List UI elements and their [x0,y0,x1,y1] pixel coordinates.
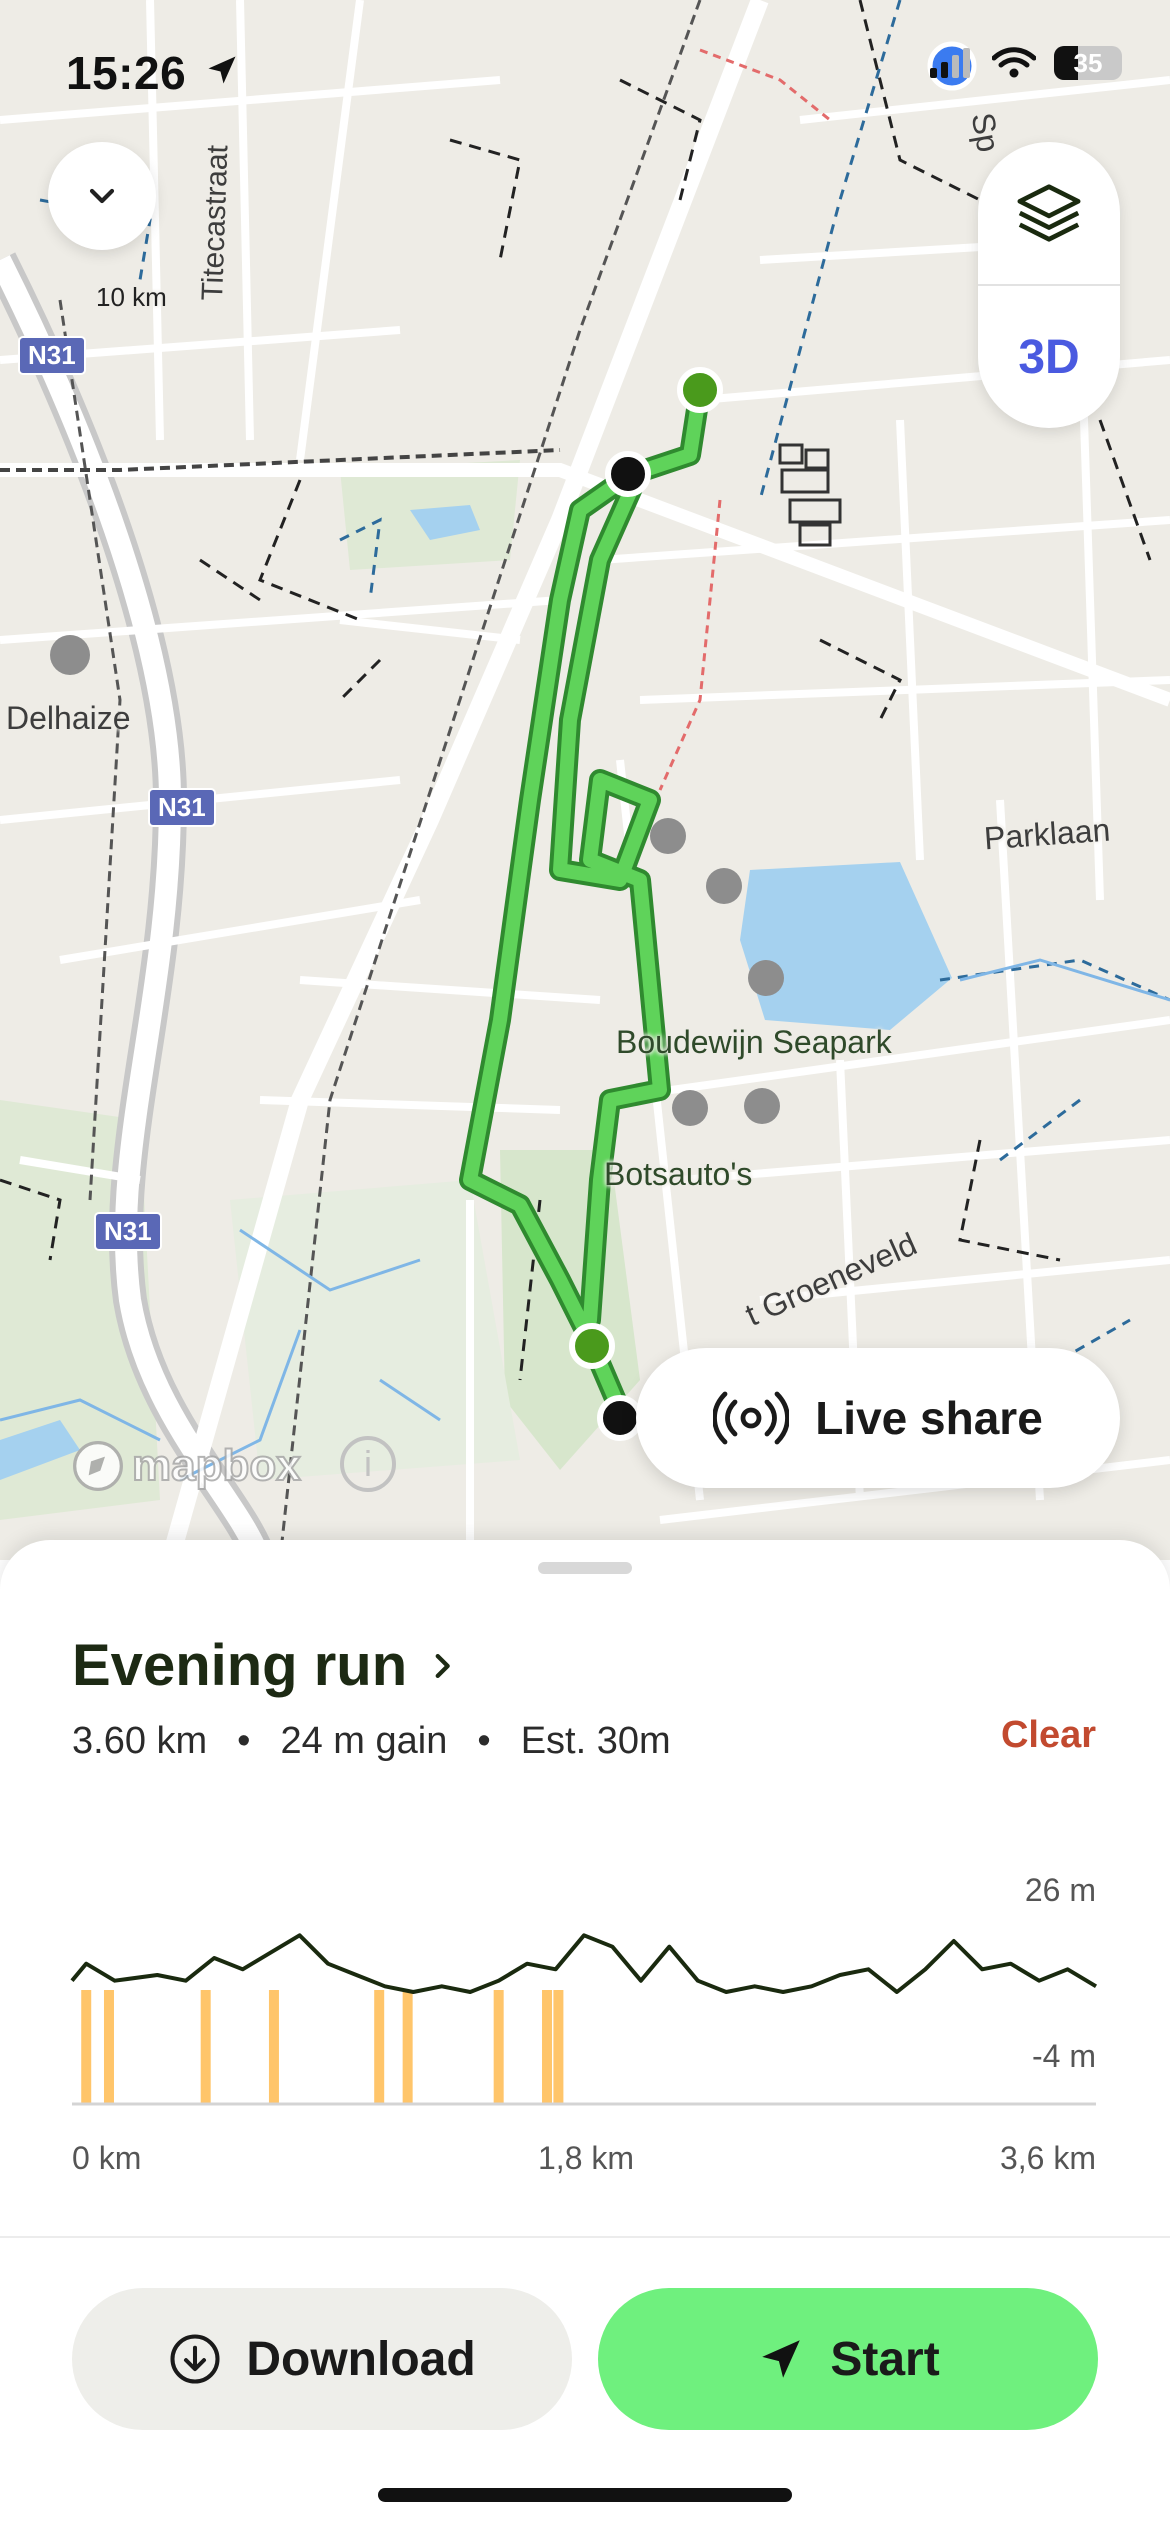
map-scale-label: 10 km [96,282,167,312]
start-button[interactable]: Start [598,2288,1098,2430]
map-label-titecastraat: Titecastraat [196,144,235,302]
map-view[interactable]: 15:26 35 10 km 3D Titecastraat Delhaize … [0,0,1170,1560]
start-label: Start [830,2332,940,2386]
elevation-highlight-bar [268,1990,279,2104]
battery-indicator: 35 [1054,46,1122,80]
collapse-button[interactable] [48,142,156,250]
battery-level: 35 [1073,47,1103,78]
layers-icon [1017,184,1081,242]
y-tick-max: 26 m [1024,1872,1096,1908]
layers-button[interactable] [978,142,1120,284]
mapbox-icon [73,1441,123,1491]
y-tick-min: -4 m [1032,2038,1096,2074]
elevation-highlight-bar [542,1990,553,2104]
route-elevation-gain: 24 m gain [280,1720,448,1762]
elevation-highlight-bar [493,1990,504,2104]
route-distance: 3.60 km [72,1720,208,1762]
mapbox-logo: mapbox [70,1438,302,1494]
route-stats: 3.60 km • 24 m gain • Est. 30m [72,1720,671,1763]
elevation-highlight-bar [103,1990,114,2104]
map-label-boudewijn-seapark: Boudewijn Seapark [616,1024,892,1060]
sheet-drag-handle[interactable] [538,1562,632,1574]
live-share-button[interactable]: Live share [636,1348,1120,1488]
map-label-sp: Sp [964,110,1007,155]
route-title-link[interactable]: Evening run [72,1632,459,1699]
x-tick-mid: 1,8 km [538,2140,635,2176]
road-shield-n31: N31 [148,788,216,827]
x-tick-start: 0 km [72,2140,142,2176]
elevation-line [70,1933,1098,1994]
action-footer: Download Start [0,2236,1170,2534]
wifi-icon [992,47,1036,78]
elevation-chart-svg [70,1933,1098,2106]
map-label-delhaize: Delhaize [6,700,131,736]
cellular-signal-icon [930,48,970,78]
broadcast-icon [713,1391,790,1445]
stats-separator: • [237,1720,251,1762]
elevation-highlight-bar [553,1990,564,2104]
live-share-label: Live share [815,1392,1043,1444]
elevation-highlight-bar [374,1990,385,2104]
status-icons: 35 [930,46,1122,80]
chevron-down-icon [89,188,115,204]
mapbox-attribution: mapbox [131,1440,302,1491]
route-estimated-time: Est. 30m [520,1720,671,1762]
download-icon [170,2334,220,2384]
download-button[interactable]: Download [72,2288,572,2430]
road-shield-n31: N31 [18,336,86,375]
route-title: Evening run [72,1633,408,1698]
location-arrow-icon [208,56,236,84]
info-icon[interactable]: i [340,1436,396,1492]
map-label-botsautos: Botsauto's [604,1156,753,1192]
stats-separator: • [477,1720,491,1762]
road-shield-n31: N31 [94,1212,162,1251]
navigation-arrow-icon [762,2340,801,2378]
elevation-highlight-bar [81,1990,92,2104]
map-controls-panel: 3D [978,142,1120,428]
x-tick-end: 3,6 km [999,2140,1096,2176]
three-d-toggle[interactable]: 3D [978,286,1120,428]
elevation-highlight-bar [402,1990,413,2104]
elevation-highlight-bar [200,1990,211,2104]
chevron-right-icon [435,1653,450,1678]
elevation-chart[interactable]: 26 m -4 m 0 km 1,8 km 3,6 km [0,1850,1170,2270]
download-label: Download [246,2332,476,2386]
status-time: 15:26 [66,47,187,99]
home-indicator [378,2488,792,2502]
clear-route-button[interactable]: Clear [1001,1714,1096,1757]
